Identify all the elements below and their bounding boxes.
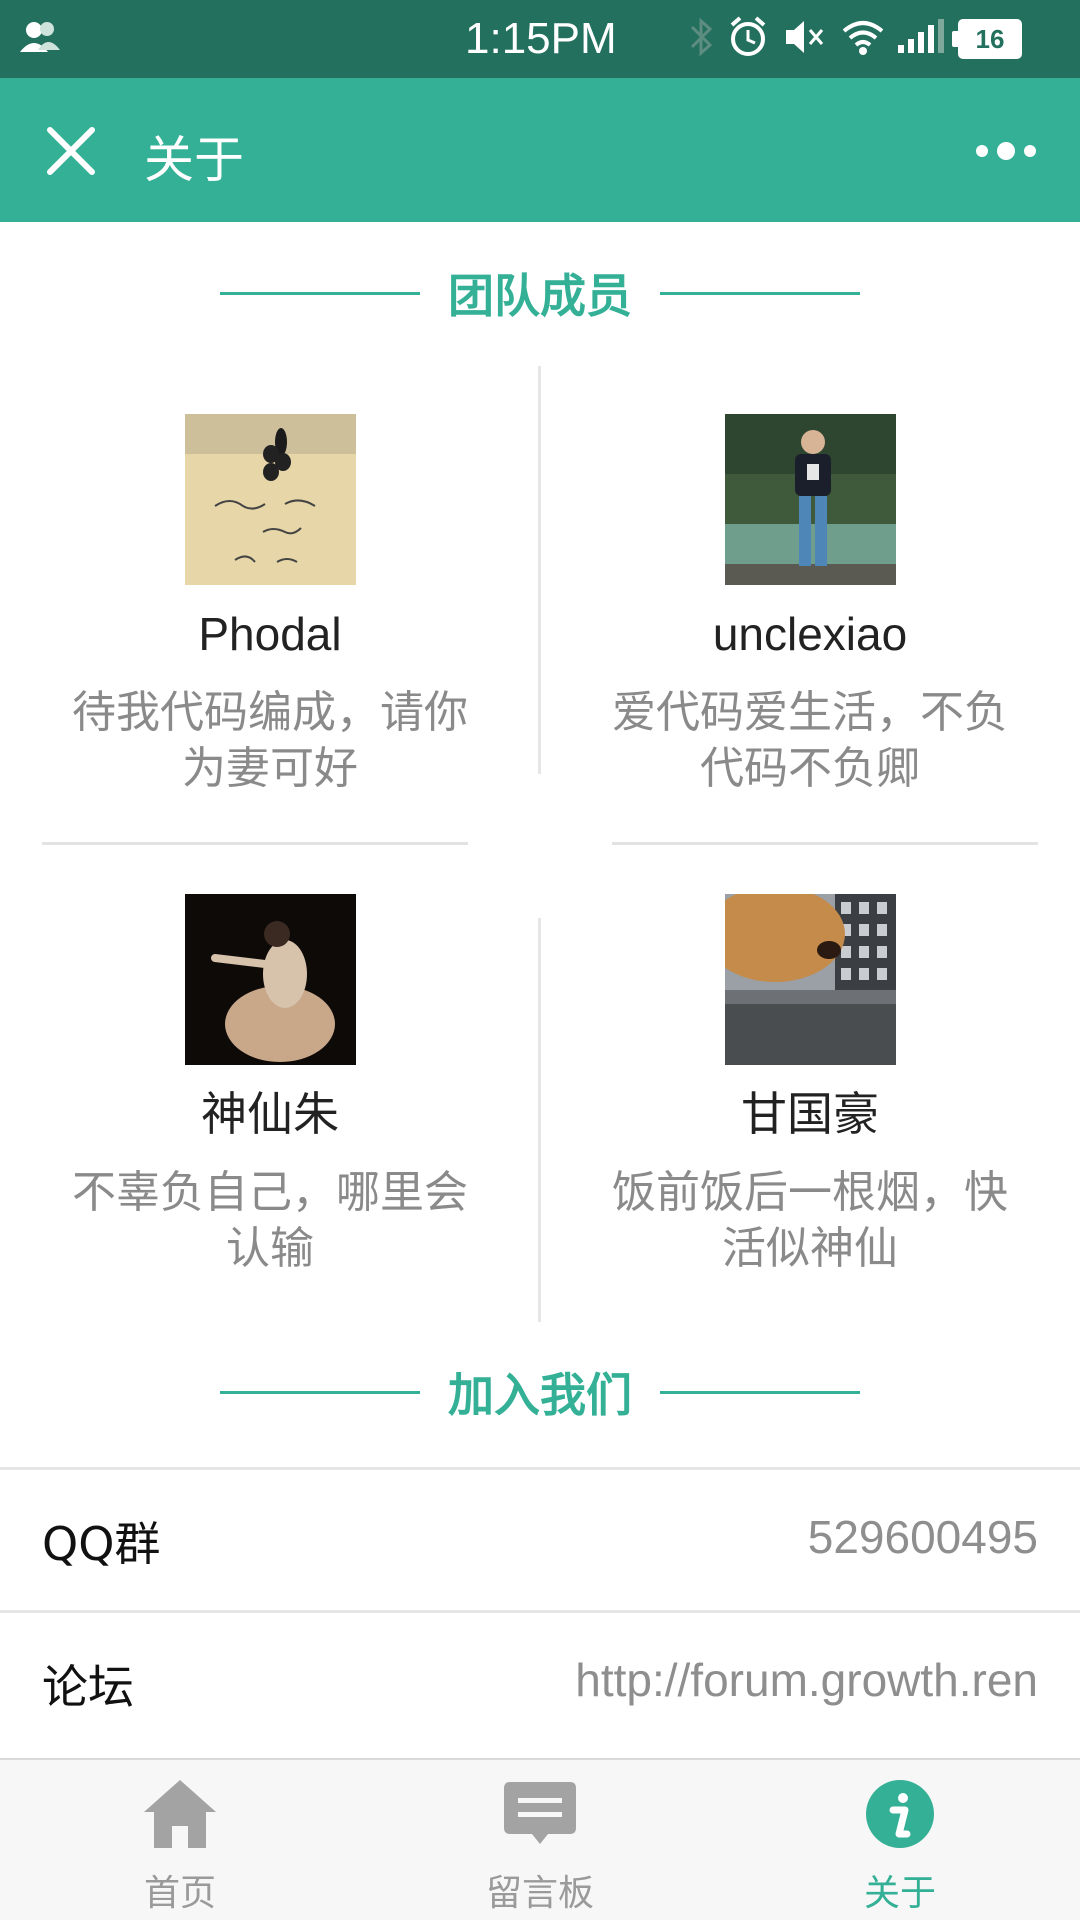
forum-row[interactable]: 论坛 http://forum.growth.ren — [0, 1610, 1080, 1752]
tab-home[interactable]: 首页 — [0, 1760, 360, 1922]
member-name: unclexiao — [712, 608, 908, 660]
member-name: 甘国豪 — [741, 1088, 879, 1140]
signal-icon — [898, 19, 944, 59]
member-card[interactable]: Phodal 待我代码编成，请你为妻可好 — [0, 414, 540, 797]
row-label: 论坛 — [42, 1660, 134, 1714]
tab-label: 关于 — [863, 1873, 936, 1914]
join-section-header: 加入我们 — [0, 1357, 1080, 1427]
member-motto: 饭前饭后一根烟，快活似神仙 — [612, 1167, 1008, 1274]
tab-message-board[interactable]: 留言板 — [360, 1760, 720, 1922]
user-icon — [20, 20, 62, 58]
member-card[interactable]: 神仙朱 不辜负自己，哪里会认输 — [0, 894, 540, 1277]
divider — [220, 1390, 420, 1394]
divider — [660, 291, 860, 295]
divider — [42, 842, 468, 845]
wifi-icon — [842, 17, 884, 61]
message-board-icon — [502, 1778, 578, 1854]
page-title: 关于 — [144, 131, 244, 189]
member-avatar — [724, 894, 896, 1065]
divider — [220, 291, 420, 295]
member-motto: 不辜负自己，哪里会认输 — [72, 1167, 468, 1274]
tab-label: 首页 — [143, 1873, 216, 1914]
row-value[interactable]: http://forum.growth.ren — [575, 1653, 1038, 1707]
row-label: QQ群 — [42, 1517, 161, 1571]
member-card[interactable]: 甘国豪 饭前饭后一根烟，快活似神仙 — [540, 894, 1080, 1277]
row-value: 529600495 — [807, 1511, 1038, 1563]
info-icon — [864, 1778, 936, 1854]
alarm-icon — [728, 15, 768, 63]
qq-group-row[interactable]: QQ群 529600495 — [0, 1467, 1080, 1609]
team-section-title: 团队成员 — [448, 269, 632, 323]
join-section-title: 加入我们 — [448, 1368, 632, 1422]
bottom-tab-bar: 首页 留言板 关于 — [0, 1758, 1080, 1920]
tab-about[interactable]: 关于 — [720, 1760, 1080, 1922]
home-icon — [142, 1778, 218, 1854]
member-avatar — [184, 894, 356, 1065]
mute-icon — [782, 15, 828, 63]
status-time: 1:15PM — [465, 14, 617, 63]
close-icon[interactable] — [44, 124, 98, 178]
member-name: 神仙朱 — [201, 1088, 339, 1140]
bluetooth-icon — [688, 15, 714, 63]
member-motto: 爱代码爱生活，不负代码不负卿 — [612, 687, 1008, 794]
battery-icon: 16 — [952, 19, 1022, 59]
member-name: Phodal — [198, 608, 342, 660]
status-bar: 1:15PM 16 — [0, 0, 1080, 78]
team-section-header: 团队成员 — [0, 258, 1080, 328]
app-bar: 关于 — [0, 78, 1080, 222]
tab-label: 留言板 — [485, 1873, 594, 1914]
member-card[interactable]: unclexiao 爱代码爱生活，不负代码不负卿 — [540, 414, 1080, 797]
member-avatar — [724, 414, 896, 585]
member-motto: 待我代码编成，请你为妻可好 — [72, 687, 468, 794]
divider — [612, 842, 1038, 845]
more-options-icon[interactable] — [975, 133, 1037, 169]
divider — [660, 1390, 860, 1394]
member-avatar — [184, 414, 356, 585]
